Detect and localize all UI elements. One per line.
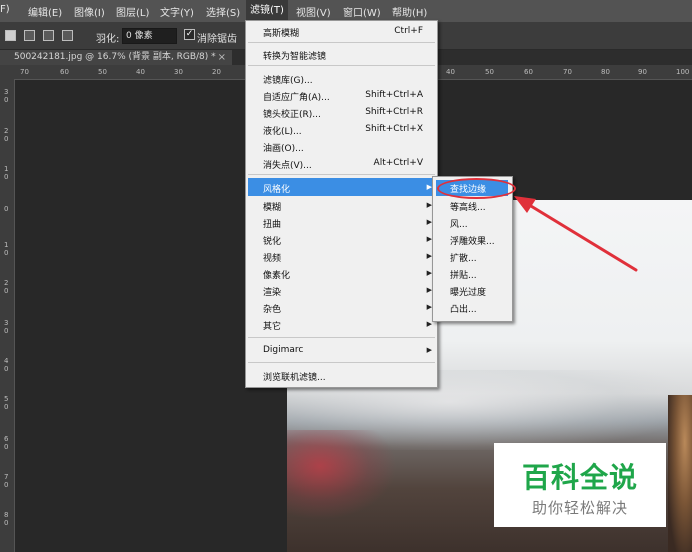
submenu-item-solarize[interactable]: 曝光过度 xyxy=(450,285,486,298)
menu-item-lens-correction[interactable]: 镜头校正(R)... xyxy=(263,107,321,120)
menu-divider xyxy=(248,362,435,363)
close-tab-icon[interactable]: × xyxy=(218,50,226,65)
ruler-tick: 40 xyxy=(446,68,455,76)
ruler-tick: 30 xyxy=(174,68,183,76)
document-tab-title: 500242181.jpg @ 16.7% (背景 副本, RGB/8) * xyxy=(14,52,216,62)
ruler-tick: 50 xyxy=(98,68,107,76)
ruler-tick: 60 xyxy=(60,68,69,76)
menu-type[interactable]: 文字(Y) xyxy=(160,4,194,19)
ruler-tick: 2 0 xyxy=(4,279,9,295)
submenu-item-extrude[interactable]: 凸出... xyxy=(450,302,477,315)
menu-item-browse-online[interactable]: 浏览联机滤镜... xyxy=(263,370,326,383)
ruler-tick: 40 xyxy=(136,68,145,76)
watermark-subtitle: 助你轻松解决 xyxy=(531,499,628,517)
ruler-tick: 6 0 xyxy=(4,435,9,451)
menu-item-adaptive-wide-angle[interactable]: 自适应广角(A)... xyxy=(263,90,330,103)
menu-item-distort[interactable]: 扭曲 xyxy=(263,217,281,230)
ruler-tick: 2 0 xyxy=(4,127,9,143)
menu-divider xyxy=(248,337,435,338)
menu-select[interactable]: 选择(S) xyxy=(206,4,240,19)
menu-item-stylize[interactable]: 风格化 xyxy=(263,182,290,195)
submenu-item-diffuse[interactable]: 扩散... xyxy=(450,251,477,264)
ruler-tick: 80 xyxy=(601,68,610,76)
photo-red-haze xyxy=(287,430,397,520)
menu-item-sharpen[interactable]: 锐化 xyxy=(263,234,281,247)
ruler-tick: 20 xyxy=(212,68,221,76)
ruler-tick: 3 0 xyxy=(4,88,9,104)
menu-item-last-filter[interactable]: 高斯模糊 xyxy=(263,26,299,39)
submenu-item-tiles[interactable]: 拼贴... xyxy=(450,268,477,281)
menu-image[interactable]: 图像(I) xyxy=(74,4,105,19)
menu-file[interactable]: F) xyxy=(0,4,10,15)
antialias-label: 消除锯齿 xyxy=(197,34,237,45)
annotation-arrow-icon xyxy=(514,196,638,272)
menu-edit[interactable]: 编辑(E) xyxy=(28,4,62,19)
ruler-tick: 70 xyxy=(20,68,29,76)
menu-filter[interactable]: 滤镜(T) xyxy=(246,0,288,22)
document-tab[interactable]: 500242181.jpg @ 16.7% (背景 副本, RGB/8) * × xyxy=(0,50,232,65)
ruler-tick: 0 xyxy=(4,205,9,213)
feather-input[interactable]: 0 像素 xyxy=(122,28,177,44)
ruler-tick: 5 0 xyxy=(4,395,9,411)
ruler-tick: 50 xyxy=(485,68,494,76)
menu-item-liquify[interactable]: 液化(L)... xyxy=(263,124,302,137)
ruler-tick: 1 0 xyxy=(4,241,9,257)
ruler-tick: 100 xyxy=(676,68,690,76)
menu-view[interactable]: 视图(V) xyxy=(296,4,331,19)
menu-divider xyxy=(248,174,435,175)
filter-menu: 高斯模糊 Ctrl+F 转换为智能滤镜 滤镜库(G)... 自适应广角(A)..… xyxy=(245,20,438,388)
vertical-ruler: 3 0 2 0 1 0 0 1 0 2 0 3 0 4 0 5 0 6 0 7 … xyxy=(0,79,15,552)
ruler-tick: 90 xyxy=(638,68,647,76)
menu-item-other[interactable]: 其它 xyxy=(263,319,281,332)
menu-layer[interactable]: 图层(L) xyxy=(116,4,149,19)
ruler-tick: 1 0 xyxy=(4,165,9,181)
subtract-selection-icon[interactable] xyxy=(43,30,54,41)
menu-item-noise[interactable]: 杂色 xyxy=(263,302,281,315)
submenu-item-trace-contour[interactable]: 等高线... xyxy=(450,200,486,213)
menu-item-digimarc[interactable]: Digimarc xyxy=(263,345,303,355)
menu-item-filter-gallery[interactable]: 滤镜库(G)... xyxy=(263,73,313,86)
menu-item-blur[interactable]: 模糊 xyxy=(263,200,281,213)
menu-divider xyxy=(248,65,435,66)
menu-item-pixelate[interactable]: 像素化 xyxy=(263,268,290,281)
ruler-tick: 3 0 xyxy=(4,319,9,335)
ruler-tick: 70 xyxy=(563,68,572,76)
submenu-item-wind[interactable]: 风... xyxy=(450,217,468,230)
submenu-item-emboss[interactable]: 浮雕效果... xyxy=(450,234,495,247)
menu-item-smart-filter[interactable]: 转换为智能滤镜 xyxy=(263,49,326,62)
photo-figure xyxy=(668,395,692,552)
menu-divider xyxy=(248,42,435,43)
shortcut-liquify: Shift+Ctrl+X xyxy=(365,124,423,134)
shortcut-vanishing-point: Alt+Ctrl+V xyxy=(373,158,423,168)
ruler-tick: 60 xyxy=(524,68,533,76)
shortcut-lens: Shift+Ctrl+R xyxy=(365,107,423,117)
menu-help[interactable]: 帮助(H) xyxy=(392,4,427,19)
watermark-title: 百科全说 xyxy=(521,461,638,494)
new-selection-icon[interactable] xyxy=(5,30,16,41)
menu-item-video[interactable]: 视频 xyxy=(263,251,281,264)
menu-window[interactable]: 窗口(W) xyxy=(343,4,381,19)
ruler-tick: 8 0 xyxy=(4,511,9,527)
ruler-tick: 4 0 xyxy=(4,357,9,373)
feather-label: 羽化: xyxy=(96,34,120,45)
shortcut-adaptive: Shift+Ctrl+A xyxy=(365,90,423,100)
shortcut-last-filter: Ctrl+F xyxy=(394,26,423,36)
antialias-checkbox[interactable]: ✓ xyxy=(184,29,195,40)
menu-item-render[interactable]: 渲染 xyxy=(263,285,281,298)
menu-item-vanishing-point[interactable]: 消失点(V)... xyxy=(263,158,312,171)
intersect-selection-icon[interactable] xyxy=(62,30,73,41)
add-selection-icon[interactable] xyxy=(24,30,35,41)
submenu-arrow-icon: ▶ xyxy=(426,346,432,354)
ruler-tick: 7 0 xyxy=(4,473,9,489)
menu-item-oil-paint[interactable]: 油画(O)... xyxy=(263,141,304,154)
